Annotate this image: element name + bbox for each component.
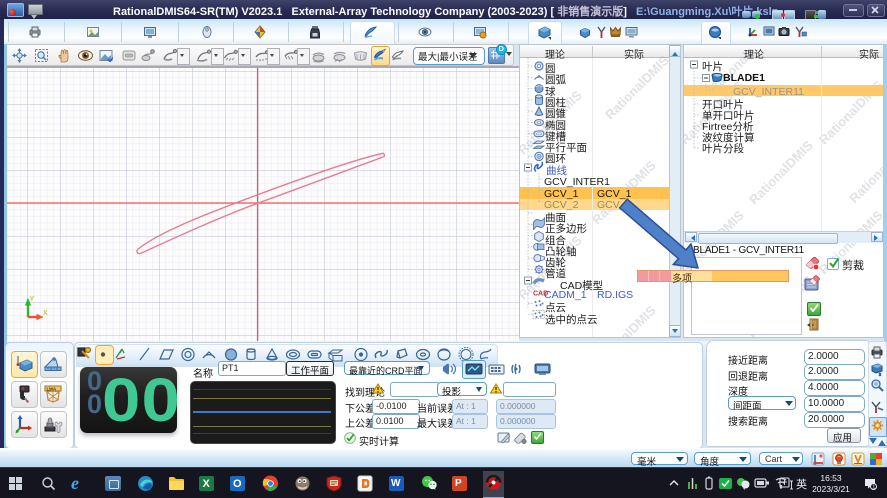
svg-text:1: 1 xyxy=(872,485,875,490)
svg-text:X: X xyxy=(43,310,48,317)
svg-text:Y: Y xyxy=(30,296,35,303)
